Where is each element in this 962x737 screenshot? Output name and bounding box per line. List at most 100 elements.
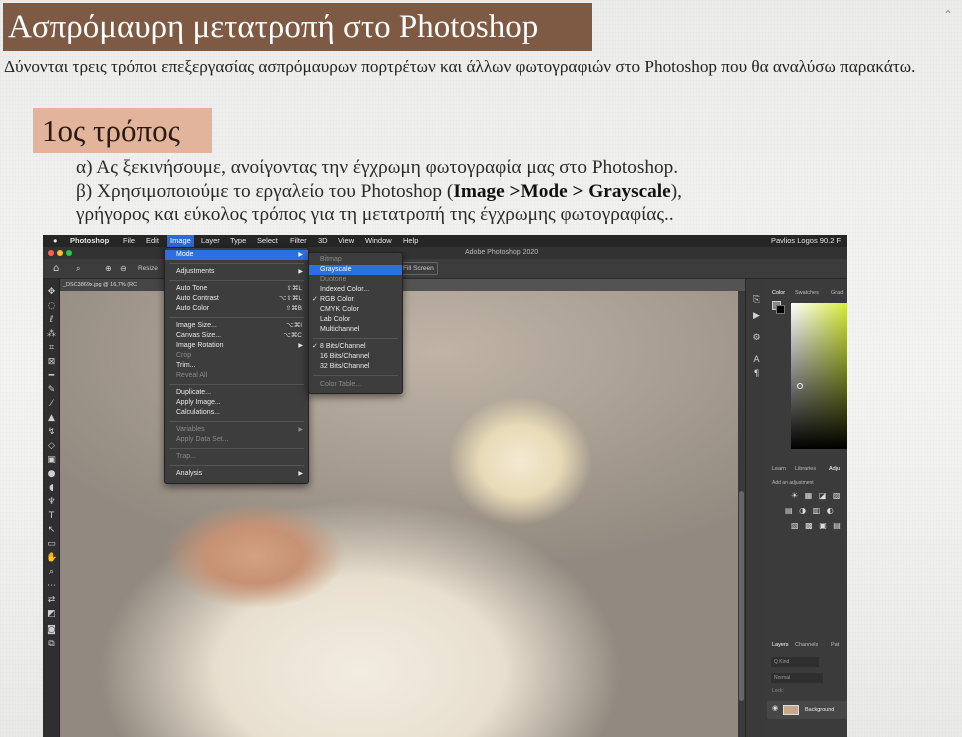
close-icon[interactable]	[48, 250, 54, 256]
path-select-icon[interactable]: ↖	[46, 525, 57, 536]
menu-item-lab-color[interactable]: Lab Color	[309, 315, 402, 325]
home-icon[interactable]: ⌂	[53, 263, 59, 274]
adjustment-icons-row1[interactable]: ☀ ▦ ◪ ▨	[791, 491, 842, 500]
actions-panel-icon[interactable]: ▶	[751, 311, 762, 322]
color-picker-handle[interactable]	[797, 383, 803, 389]
fill-screen-button[interactable]: Fill Screen	[399, 262, 438, 275]
eyedropper-icon[interactable]: ━	[46, 371, 57, 382]
arrow-icon[interactable]: ⌃	[943, 8, 955, 22]
tab-color[interactable]: Color	[772, 287, 785, 299]
hand-tool-icon[interactable]: ✋	[46, 553, 57, 564]
blur-tool-icon[interactable]: ●	[46, 469, 57, 480]
minimize-icon[interactable]	[57, 250, 63, 256]
menu-item-8-bits[interactable]: ✓ 8 Bits/Channel	[309, 342, 402, 352]
more-tools-icon[interactable]: ⋯	[46, 581, 57, 592]
menu-window[interactable]: Window	[365, 235, 392, 247]
background-swatch[interactable]	[776, 305, 785, 314]
tab-paths[interactable]: Pat	[831, 639, 839, 651]
submenu-arrow-icon: ▶	[298, 343, 303, 349]
menu-item-apply-image[interactable]: Apply Image...	[165, 398, 308, 408]
move-tool-icon[interactable]: ✥	[46, 287, 57, 298]
brush-tool-icon[interactable]: ⁄	[46, 399, 57, 410]
menu-image[interactable]: Image	[167, 235, 194, 247]
blend-mode-select[interactable]: Normal	[771, 673, 823, 683]
menu-item-image-size[interactable]: Image Size... ⌥⌘I	[165, 321, 308, 331]
menu-filter[interactable]: Filter	[290, 235, 307, 247]
adjustment-icons-row2[interactable]: ▤ ◑ ▥ ◐	[785, 506, 836, 515]
zoom-in-icon[interactable]: ⊕	[105, 264, 112, 273]
vertical-scrollbar[interactable]	[738, 291, 745, 737]
menu-item-variables: Variables ▶	[165, 425, 308, 435]
lasso-tool-icon[interactable]: ℓ	[46, 315, 57, 326]
menu-item-calculations[interactable]: Calculations...	[165, 408, 308, 418]
adjustment-icons-row3[interactable]: ▧ ▩ ▣ ▤	[791, 521, 843, 530]
menu-item-cmyk-color[interactable]: CMYK Color	[309, 305, 402, 315]
resize-checkbox-label[interactable]: Resize	[138, 265, 158, 272]
menu-item-rgb-color[interactable]: ✓ RGB Color	[309, 295, 402, 305]
menu-item-duplicate[interactable]: Duplicate...	[165, 388, 308, 398]
history-brush-icon[interactable]: ↯	[46, 427, 57, 438]
menu-item-trap: Trap...	[176, 453, 196, 460]
menu-item-adjustments[interactable]: Adjustments ▶	[165, 267, 308, 277]
scrollbar-thumb[interactable]	[739, 491, 744, 701]
zoom-icon[interactable]: ⌕	[76, 264, 80, 274]
menu-item-analysis[interactable]: Analysis ▶	[165, 469, 308, 479]
menu-help[interactable]: Help	[403, 235, 418, 247]
quick-mask-icon[interactable]: ◙	[46, 625, 57, 636]
layer-row-background[interactable]: ◉ Background	[767, 701, 847, 719]
shape-tool-icon[interactable]: ▭	[46, 539, 57, 550]
tab-adjustments[interactable]: Adju	[829, 463, 840, 475]
tab-libraries[interactable]: Libraries	[795, 463, 816, 475]
magic-wand-icon[interactable]: ⁂	[46, 329, 57, 340]
menu-select[interactable]: Select	[257, 235, 278, 247]
menu-item-mode[interactable]: Mode ▶	[165, 250, 308, 260]
swap-colors-icon[interactable]: ⇄	[46, 595, 57, 606]
menu-photoshop[interactable]: Photoshop	[70, 235, 109, 247]
menu-3d[interactable]: 3D	[318, 235, 328, 247]
paragraph-panel-icon[interactable]: ¶	[751, 369, 762, 380]
tab-channels[interactable]: Channels	[795, 639, 818, 651]
menu-item-multichannel[interactable]: Multichannel	[309, 325, 402, 335]
character-panel-icon[interactable]: A	[751, 355, 762, 366]
color-picker-field[interactable]	[791, 303, 847, 449]
tab-gradients[interactable]: Grad	[831, 287, 843, 299]
menu-item-canvas-size[interactable]: Canvas Size... ⌥⌘C	[165, 331, 308, 341]
screen-mode-icon[interactable]: ⧉	[46, 639, 57, 650]
stamp-tool-icon[interactable]: ▲	[46, 413, 57, 424]
marquee-tool-icon[interactable]: ◌	[46, 301, 57, 312]
dodge-tool-icon[interactable]: ◖	[46, 483, 57, 494]
menu-item-16-bits[interactable]: 16 Bits/Channel	[309, 352, 402, 362]
frame-tool-icon[interactable]: ⊠	[46, 357, 57, 368]
tab-layers[interactable]: Layers	[772, 639, 789, 651]
menu-item-trim[interactable]: Trim...	[165, 361, 308, 371]
apple-icon[interactable]: ●	[53, 235, 58, 247]
zoom-out-icon[interactable]: ⊖	[120, 264, 127, 273]
maximize-icon[interactable]	[66, 250, 72, 256]
zoom-tool-icon[interactable]: ⌕	[46, 567, 57, 578]
visibility-eye-icon[interactable]: ◉	[772, 704, 778, 712]
menu-item-indexed-color[interactable]: Indexed Color...	[309, 285, 402, 295]
healing-brush-icon[interactable]: ✎	[46, 385, 57, 396]
menu-type[interactable]: Type	[230, 235, 246, 247]
menu-edit[interactable]: Edit	[146, 235, 159, 247]
color-swatch-icon[interactable]: ◩	[46, 609, 57, 620]
layer-kind-filter[interactable]: Q Kind	[771, 657, 819, 667]
menu-item-auto-tone[interactable]: Auto Tone ⇧⌘L	[165, 284, 308, 294]
menu-item-auto-color[interactable]: Auto Color ⇧⌘B	[165, 304, 308, 314]
menu-layer[interactable]: Layer	[201, 235, 220, 247]
history-panel-icon[interactable]: ⎘	[751, 295, 762, 306]
menu-item-image-rotation[interactable]: Image Rotation ▶	[165, 341, 308, 351]
gradient-tool-icon[interactable]: ▣	[46, 455, 57, 466]
tab-learn[interactable]: Learn	[772, 463, 786, 475]
menu-file[interactable]: File	[123, 235, 135, 247]
menu-item-auto-contrast[interactable]: Auto Contrast ⌥⇧⌘L	[165, 294, 308, 304]
eraser-tool-icon[interactable]: ◇	[46, 441, 57, 452]
pen-tool-icon[interactable]: ♆	[46, 497, 57, 508]
menu-item-grayscale[interactable]: Grayscale	[309, 265, 402, 275]
menu-item-32-bits[interactable]: 32 Bits/Channel	[309, 362, 402, 372]
type-tool-icon[interactable]: T	[46, 511, 57, 522]
tab-swatches[interactable]: Swatches	[795, 287, 819, 299]
properties-panel-icon[interactable]: ⚙	[751, 333, 762, 344]
menu-view[interactable]: View	[338, 235, 354, 247]
crop-tool-icon[interactable]: ⌗	[46, 343, 57, 354]
